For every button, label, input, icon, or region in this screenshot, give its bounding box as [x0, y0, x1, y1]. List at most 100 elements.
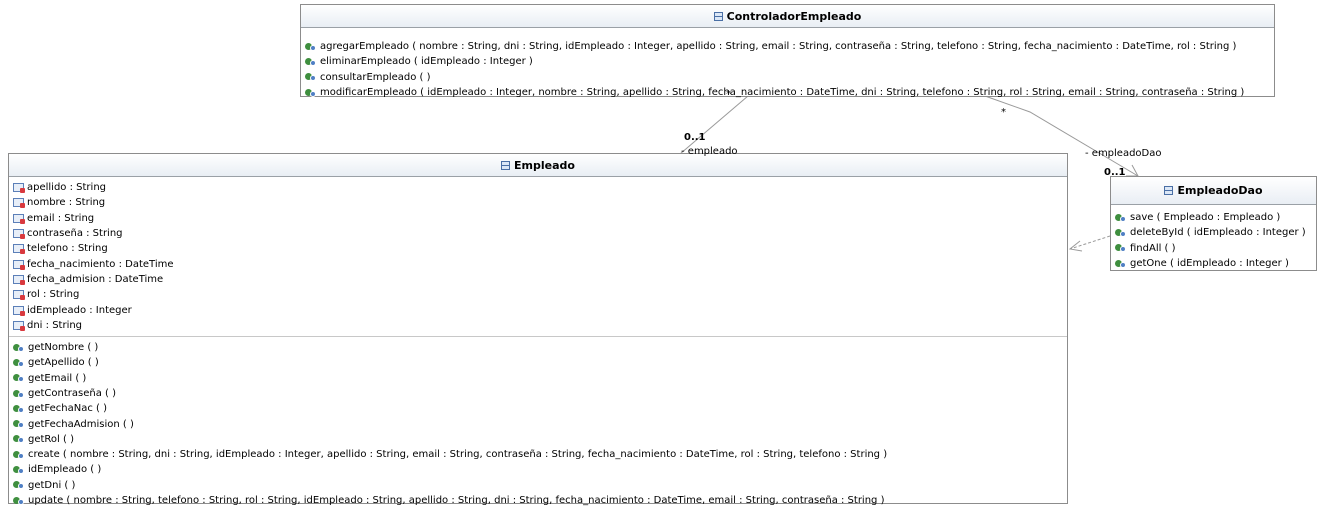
class-name: EmpleadoDao [1177, 184, 1263, 197]
operation-row[interactable]: getFechaAdmision ( ) [13, 416, 1067, 431]
operation-label: getNombre ( ) [28, 342, 99, 354]
operation-row[interactable]: getFechaNac ( ) [13, 401, 1067, 416]
operation-label: idEmpleado ( ) [28, 464, 102, 476]
attribute-row[interactable]: apellido : String [13, 180, 1067, 195]
private-attribute-icon [13, 290, 25, 301]
operation-row[interactable]: getDni ( ) [13, 478, 1067, 493]
operations-compartment: save ( Empleado : Empleado ) deleteById … [1111, 205, 1316, 274]
operation-label: save ( Empleado : Empleado ) [1130, 212, 1281, 224]
operation-row[interactable]: getRol ( ) [13, 432, 1067, 447]
operation-row[interactable]: idEmpleado ( ) [13, 462, 1067, 477]
role-label-empleado: - empleado [681, 146, 738, 157]
operation-icon [13, 434, 25, 444]
class-icon [501, 160, 511, 170]
operation-icon [305, 88, 317, 98]
operation-label: deleteById ( idEmpleado : Integer ) [1130, 227, 1306, 239]
operation-icon [1115, 228, 1127, 238]
operation-row[interactable]: getNombre ( ) [13, 340, 1067, 355]
class-header: EmpleadoDao [1111, 177, 1316, 205]
private-attribute-icon [13, 198, 25, 209]
operation-row[interactable]: modificarEmpleado ( idEmpleado : Integer… [305, 85, 1274, 100]
operation-row[interactable]: eliminarEmpleado ( idEmpleado : Integer … [305, 54, 1274, 69]
operation-row[interactable]: getApellido ( ) [13, 355, 1067, 370]
class-empleado-dao[interactable]: EmpleadoDao save ( Empleado : Empleado )… [1110, 176, 1317, 271]
attributes-compartment: apellido : String nombre : String email … [9, 177, 1067, 336]
private-attribute-icon [13, 183, 25, 194]
operation-label: getRol ( ) [28, 433, 74, 445]
attribute-label: nombre : String [27, 197, 106, 209]
class-icon [1164, 186, 1174, 195]
attribute-row[interactable]: contraseña : String [13, 226, 1067, 241]
operation-label: create ( nombre : String, dni : String, … [28, 449, 888, 461]
attribute-row[interactable]: rol : String [13, 287, 1067, 302]
operation-icon [13, 404, 25, 414]
private-attribute-icon [13, 259, 25, 270]
operations-compartment: agregarEmpleado ( nombre : String, dni :… [301, 28, 1274, 103]
class-icon [713, 11, 723, 21]
operation-label: getFechaAdmision ( ) [28, 418, 134, 430]
operation-icon [13, 450, 25, 460]
operation-row[interactable]: getOne ( idEmpleado : Integer ) [1115, 256, 1316, 271]
attribute-row[interactable]: fecha_admision : DateTime [13, 272, 1067, 287]
operation-icon [13, 496, 25, 506]
operation-row[interactable]: consultarEmpleado ( ) [305, 70, 1274, 85]
attribute-label: dni : String [27, 319, 83, 331]
private-attribute-icon [13, 213, 25, 224]
role-label-empleadodao: - empleadoDao [1085, 148, 1162, 159]
target-multiplicity-empleado: 0..1 [684, 132, 706, 143]
operation-row[interactable]: getEmail ( ) [13, 371, 1067, 386]
source-multiplicity-empleadodao: * [1001, 107, 1006, 118]
operation-label: getDni ( ) [28, 479, 76, 491]
attribute-label: telefono : String [27, 243, 108, 255]
private-attribute-icon [13, 320, 25, 331]
class-header: Empleado [9, 154, 1067, 177]
operations-compartment: getNombre ( ) getApellido ( ) getEmail (… [9, 335, 1067, 511]
attribute-row[interactable]: fecha_nacimiento : DateTime [13, 256, 1067, 271]
operation-icon [305, 42, 317, 52]
operation-label: getFechaNac ( ) [28, 403, 108, 415]
attribute-label: idEmpleado : Integer [27, 304, 132, 316]
operation-icon [13, 465, 25, 475]
operation-icon [13, 480, 25, 490]
dependency-line [1069, 235, 1111, 250]
operation-row[interactable]: findAll ( ) [1115, 241, 1316, 256]
operation-row[interactable]: agregarEmpleado ( nombre : String, dni :… [305, 39, 1274, 54]
operation-label: agregarEmpleado ( nombre : String, dni :… [320, 41, 1237, 53]
attribute-label: contraseña : String [27, 228, 123, 240]
operation-row[interactable]: deleteById ( idEmpleado : Integer ) [1115, 225, 1316, 240]
operation-icon [305, 72, 317, 82]
attribute-label: rol : String [27, 289, 80, 301]
operation-label: modificarEmpleado ( idEmpleado : Integer… [320, 87, 1245, 99]
operation-icon [305, 57, 317, 67]
class-name: ControladorEmpleado [726, 9, 862, 23]
private-attribute-icon [13, 274, 25, 285]
attribute-label: email : String [27, 212, 95, 224]
operation-icon [13, 373, 25, 383]
operation-row[interactable]: create ( nombre : String, dni : String, … [13, 447, 1067, 462]
attribute-row[interactable]: nombre : String [13, 195, 1067, 210]
class-header: ControladorEmpleado [301, 5, 1274, 28]
operation-label: update ( nombre : String, telefono : Str… [28, 495, 885, 507]
operation-row[interactable]: update ( nombre : String, telefono : Str… [13, 493, 1067, 508]
attribute-row[interactable]: email : String [13, 211, 1067, 226]
operation-label: findAll ( ) [1130, 242, 1176, 254]
attribute-row[interactable]: dni : String [13, 318, 1067, 333]
operation-row[interactable]: save ( Empleado : Empleado ) [1115, 210, 1316, 225]
attribute-row[interactable]: idEmpleado : Integer [13, 302, 1067, 317]
operation-label: getOne ( idEmpleado : Integer ) [1130, 258, 1289, 270]
private-attribute-icon [13, 244, 25, 255]
operation-label: getContraseña ( ) [28, 388, 117, 399]
operation-label: eliminarEmpleado ( idEmpleado : Integer … [320, 56, 533, 68]
private-attribute-icon [13, 229, 25, 240]
private-attribute-icon [13, 305, 25, 316]
attribute-label: fecha_admision : DateTime [27, 273, 164, 285]
operation-icon [13, 358, 25, 368]
target-multiplicity-empleadodao: 0..1 [1104, 167, 1126, 178]
operation-row[interactable]: getContraseña ( ) [13, 386, 1067, 401]
class-controlador-empleado[interactable]: ControladorEmpleado agregarEmpleado ( no… [300, 4, 1275, 98]
class-empleado[interactable]: Empleado apellido : String nombre : Stri… [8, 153, 1068, 506]
attribute-label: apellido : String [27, 182, 106, 194]
attribute-row[interactable]: telefono : String [13, 241, 1067, 256]
operation-label: getApellido ( ) [28, 357, 99, 369]
operation-label: getEmail ( ) [28, 372, 87, 384]
